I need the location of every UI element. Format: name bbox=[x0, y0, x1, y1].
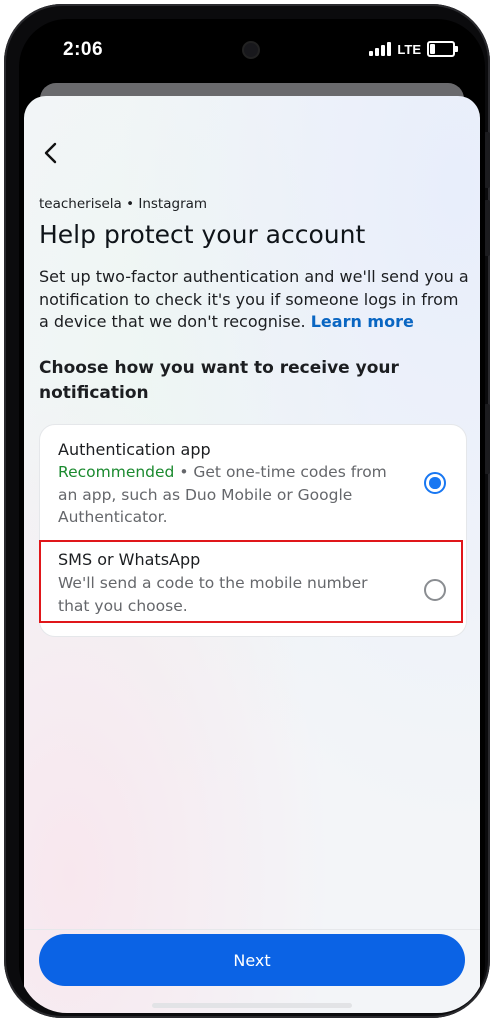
radio-selected[interactable] bbox=[424, 472, 446, 494]
battery-icon bbox=[427, 41, 458, 57]
network-type: LTE bbox=[397, 41, 421, 57]
option-authentication-app[interactable]: Authentication app Recommended • Get one… bbox=[40, 425, 466, 535]
screen: 2:06 LTE teacherisela • Instagram Help p… bbox=[19, 19, 485, 1013]
page-title: Help protect your account bbox=[39, 220, 366, 249]
phone-frame: 2:06 LTE teacherisela • Instagram Help p… bbox=[4, 4, 490, 1018]
signal-icon bbox=[369, 42, 392, 56]
option-title: SMS or WhatsApp bbox=[58, 550, 201, 569]
option-description: We'll send a code to the mobile number t… bbox=[58, 574, 368, 615]
front-camera bbox=[242, 41, 260, 59]
home-indicator bbox=[152, 1003, 352, 1008]
status-bar: 2:06 LTE bbox=[19, 19, 485, 81]
chevron-left-icon bbox=[44, 142, 57, 164]
account-context: teacherisela • Instagram bbox=[39, 196, 208, 212]
footer-divider bbox=[24, 929, 480, 930]
option-sms-whatsapp[interactable]: SMS or WhatsApp We'll send a code to the… bbox=[40, 541, 466, 633]
radio-unselected[interactable] bbox=[424, 579, 446, 601]
clock: 2:06 bbox=[63, 39, 104, 60]
option-title: Authentication app bbox=[58, 440, 211, 459]
back-button[interactable] bbox=[36, 138, 66, 168]
section-prompt: Choose how you want to receive your noti… bbox=[39, 358, 399, 403]
option-description: Recommended • Get one-time codes from an… bbox=[58, 461, 388, 529]
recommended-label: Recommended bbox=[58, 463, 175, 481]
options-card: Authentication app Recommended • Get one… bbox=[39, 424, 467, 637]
status-icons: LTE bbox=[369, 41, 458, 57]
next-button[interactable]: Next bbox=[39, 934, 465, 986]
bottom-sheet: teacherisela • Instagram Help protect yo… bbox=[24, 96, 480, 1013]
learn-more-link[interactable]: Learn more bbox=[311, 312, 414, 331]
page-description: Set up two-factor authentication and we'… bbox=[39, 266, 469, 334]
